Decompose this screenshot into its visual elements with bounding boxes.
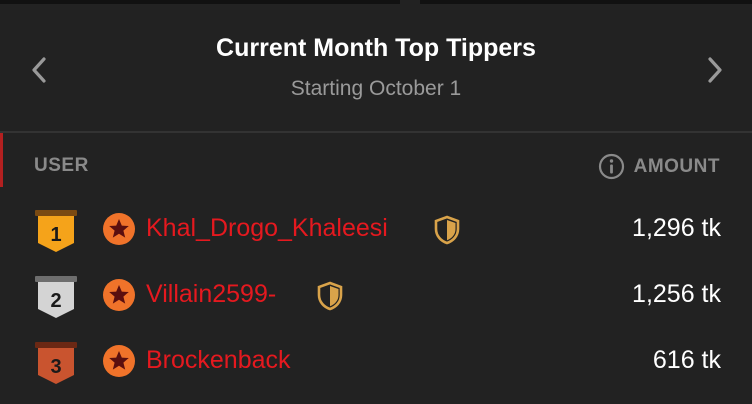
header: Current Month Top Tippers Starting Octob… — [0, 0, 752, 131]
rank-number: 3 — [50, 356, 61, 378]
user-star-icon — [103, 213, 135, 245]
rank-badge-icon: 2 — [35, 276, 77, 318]
user-star-icon — [103, 345, 135, 377]
page-subtitle: Starting October 1 — [290, 77, 462, 100]
column-header-user: USER — [34, 155, 89, 176]
rank-number: 2 — [50, 290, 61, 312]
table-row: 2 Villain2599- 1,256 tk — [0, 272, 752, 322]
username-link[interactable]: Khal_Drogo_Khaleesi — [146, 214, 388, 243]
chevron-right-icon — [708, 57, 722, 83]
side-accent — [0, 132, 3, 187]
rank-badge-icon: 1 — [35, 210, 77, 252]
table-row: 3 Brockenback 616 tk — [0, 338, 752, 388]
username-link[interactable]: Villain2599- — [146, 280, 276, 309]
top-tippers-panel: Current Month Top Tippers Starting Octob… — [0, 0, 752, 404]
rank-number: 1 — [50, 224, 61, 246]
column-header-amount-label: AMOUNT — [633, 155, 720, 177]
rank-badge-icon: 3 — [35, 342, 77, 384]
page-title: Current Month Top Tippers — [216, 34, 536, 62]
shield-icon — [317, 281, 343, 311]
next-month-button[interactable] — [700, 52, 730, 88]
info-icon[interactable] — [598, 153, 625, 180]
tip-amount: 616 tk — [652, 346, 721, 374]
tip-amount: 1,296 tk — [632, 214, 721, 242]
shield-icon — [434, 215, 460, 245]
table-row: 1 Khal_Drogo_Khaleesi 1,296 tk — [0, 206, 752, 256]
divider — [0, 131, 752, 133]
tip-amount: 1,256 tk — [632, 280, 721, 308]
user-star-icon — [103, 279, 135, 311]
username-link[interactable]: Brockenback — [146, 346, 291, 375]
column-header-amount: AMOUNT — [598, 153, 720, 180]
